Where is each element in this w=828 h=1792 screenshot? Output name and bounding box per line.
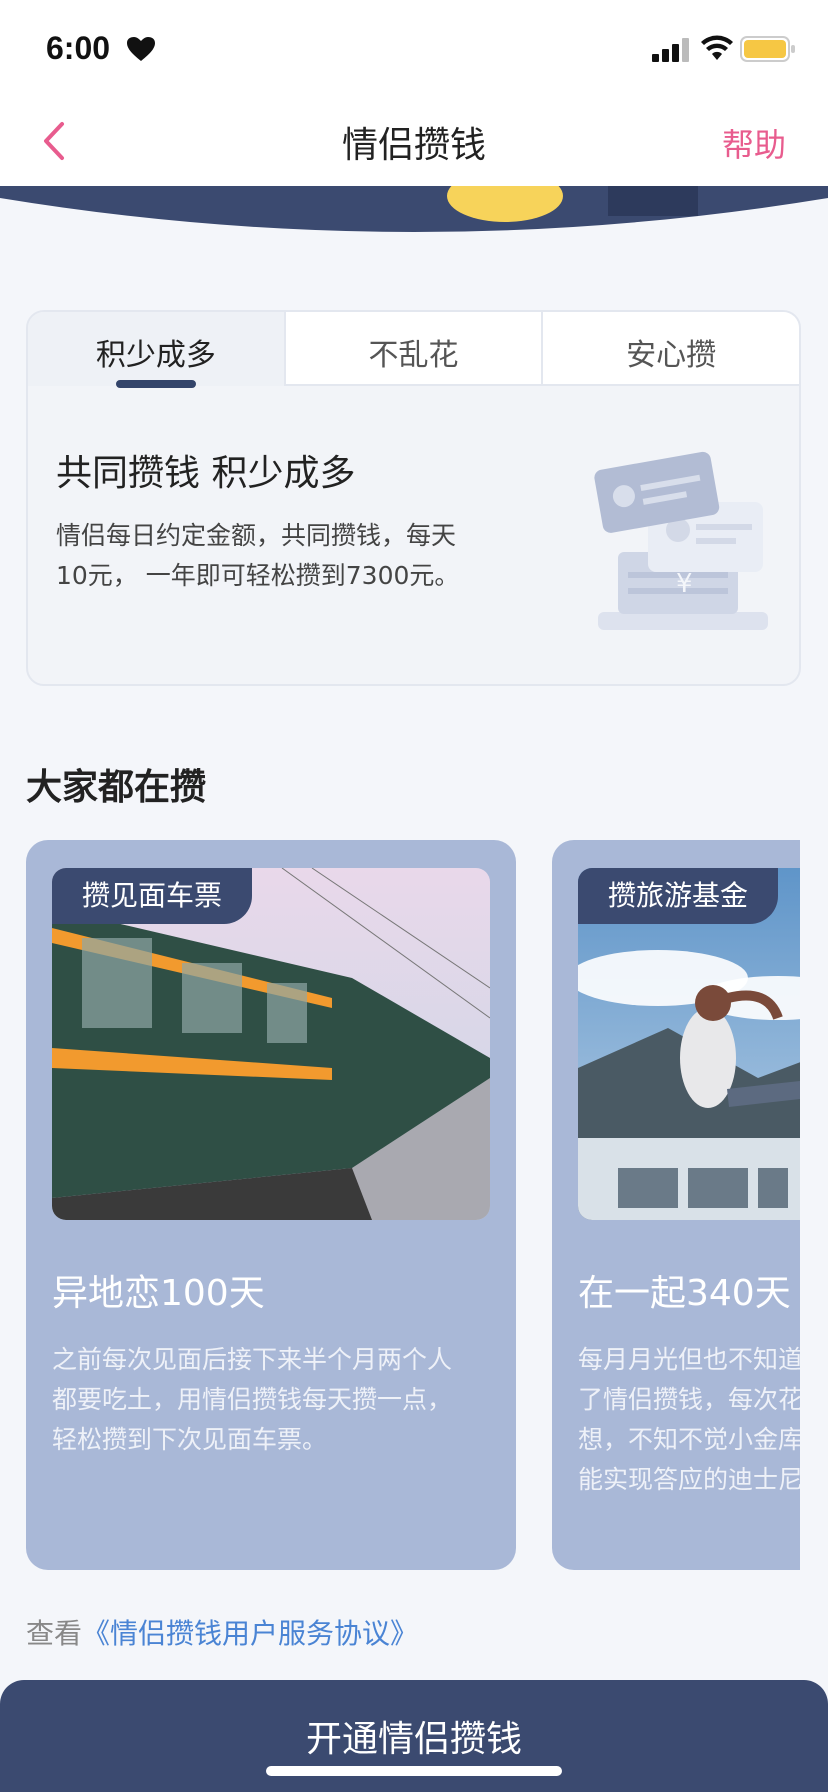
train-photo: 攒见面车票 — [52, 868, 490, 1220]
tab-label: 安心攒 — [626, 338, 717, 373]
tab-label: 积少成多 — [95, 338, 216, 373]
feature-card: 积少成多 不乱花 安心攒 共同攒钱 积少成多 情侣每日约定金额，共同攒钱，每天1… — [26, 310, 801, 686]
story-card[interactable]: 攒旅游基金 在一起340天 每月月光但也不知道钱花哪去了，用了情侣攒钱，每次花钱… — [552, 840, 800, 1570]
battery-icon — [740, 36, 795, 62]
svg-text:¥: ¥ — [676, 569, 693, 599]
feature-description: 情侣每日约定金额，共同攒钱，每天10元， 一年即可轻松攒到7300元。 — [56, 521, 460, 590]
status-bar: 6:00 — [0, 0, 828, 96]
story-tag: 攒见面车票 — [52, 868, 253, 924]
nav-bar: 情侣攒钱 帮助 — [0, 96, 828, 186]
agreement-line: 查看《情侣攒钱用户服务协议》 — [26, 1612, 418, 1652]
signal-icon — [652, 38, 689, 62]
story-tag: 攒旅游基金 — [578, 868, 779, 924]
tab-accumulate[interactable]: 积少成多 — [28, 312, 284, 388]
tab-safe-saving[interactable]: 安心攒 — [541, 312, 799, 386]
tab-label: 不乱花 — [368, 338, 459, 373]
wifi-icon — [701, 35, 733, 60]
home-indicator — [266, 1766, 562, 1776]
heart-icon — [127, 37, 155, 61]
story-carousel[interactable]: 攒见面车票 异地恋100天 之前每次见面后接下来半个月两个人都要吃土，用情侣攒钱… — [0, 840, 800, 1572]
wallet-illustration: ¥ — [594, 451, 768, 630]
banner-illustration — [0, 186, 828, 246]
story-body: 每月月光但也不知道钱花哪去了，用了情侣攒钱，每次花钱前都会想一想，不知不觉小金库… — [578, 1345, 800, 1494]
status-time: 6:00 — [46, 30, 111, 66]
feature-tabs: 积少成多 不乱花 安心攒 — [28, 312, 799, 388]
help-button[interactable]: 帮助 — [722, 120, 786, 166]
section-title: 大家都在攒 — [26, 767, 207, 808]
tab-active-indicator — [115, 380, 196, 388]
feature-title: 共同攒钱 积少成多 — [56, 453, 356, 494]
agreement-link[interactable]: 《情侣攒钱用户服务协议》 — [82, 1617, 418, 1650]
story-title: 在一起340天 — [578, 1273, 791, 1314]
page-title: 情侣攒钱 — [341, 125, 486, 166]
travel-photo: 攒旅游基金 — [578, 868, 800, 1220]
cta-label: 开通情侣攒钱 — [305, 1719, 522, 1760]
tab-no-overspend[interactable]: 不乱花 — [283, 312, 542, 386]
agreement-prefix: 查看 — [26, 1617, 83, 1650]
story-body: 之前每次见面后接下来半个月两个人都要吃土，用情侣攒钱每天攒一点，轻松攒到下次见面… — [52, 1345, 453, 1454]
story-title: 异地恋100天 — [52, 1273, 265, 1314]
story-card[interactable]: 攒见面车票 异地恋100天 之前每次见面后接下来半个月两个人都要吃土，用情侣攒钱… — [26, 840, 516, 1570]
